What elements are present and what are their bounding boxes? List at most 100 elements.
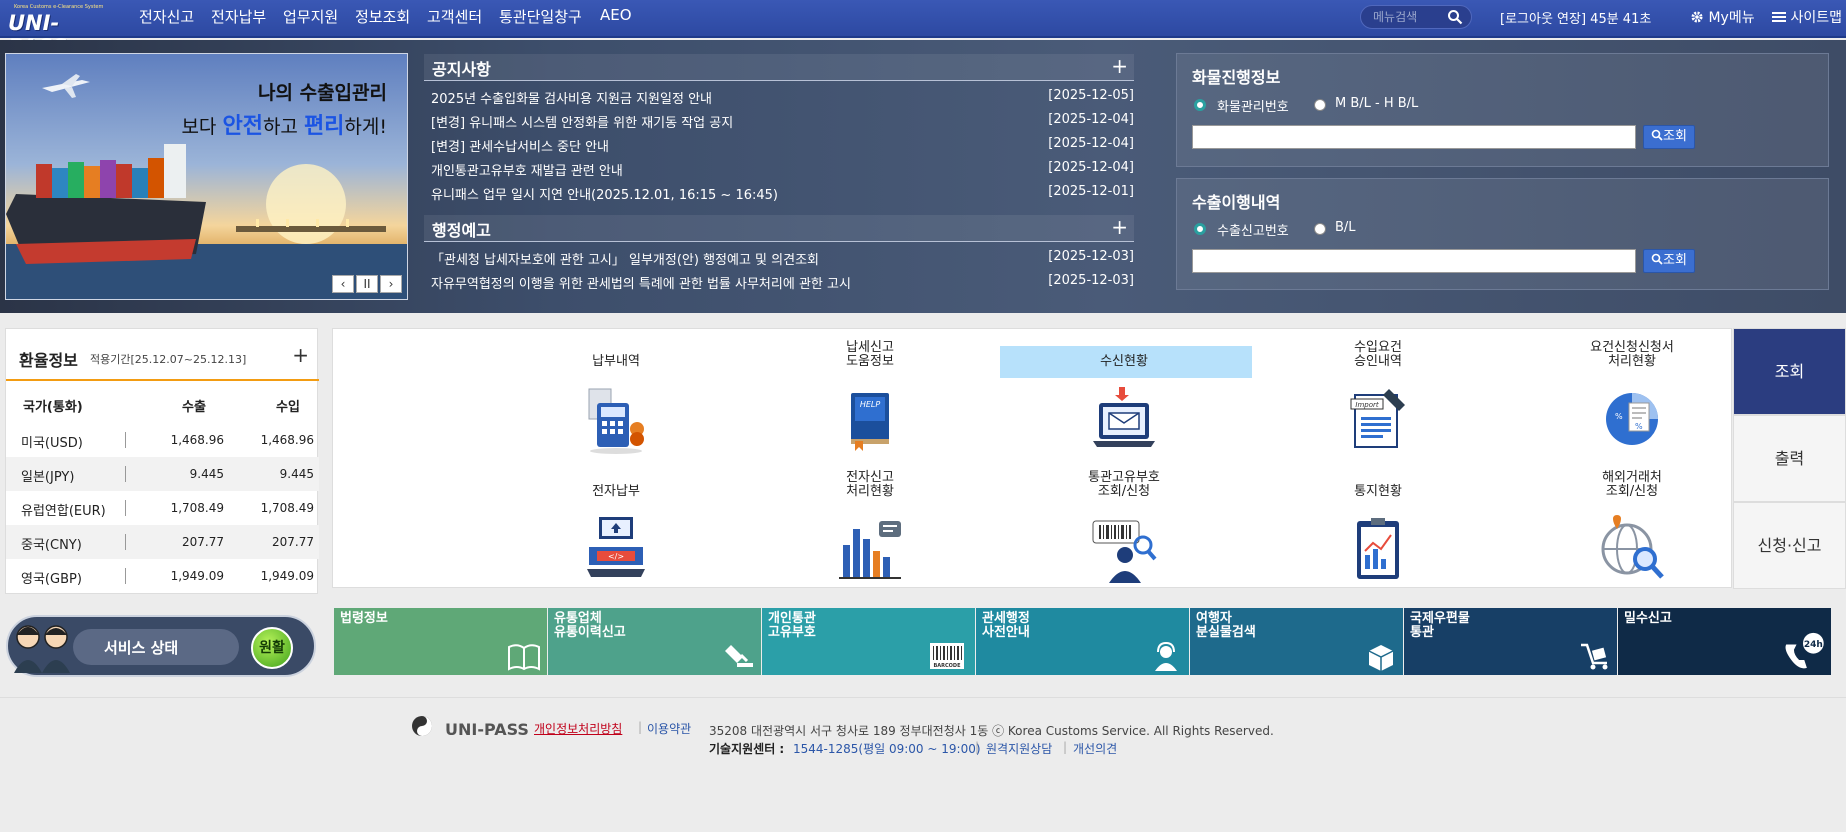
table-row: 미국(USD) 1,468.96 1,468.96 <box>6 423 319 457</box>
mbl-hbl-label[interactable]: M B/L - H B/L <box>1335 96 1418 111</box>
admin-notice-more-button[interactable]: + <box>1111 215 1128 239</box>
import-rate: 9.445 <box>279 467 314 481</box>
nav-business-support[interactable]: 업무지원 <box>283 6 338 27</box>
grid-item-electronic-payment[interactable]: 전자납부 </> <box>498 467 734 587</box>
grid-item-payment-history[interactable]: 납부내역 <box>498 337 734 457</box>
feedback-link[interactable]: 개선의견 <box>1073 740 1117 757</box>
cargo-number-radio[interactable] <box>1194 99 1206 111</box>
uni-pass-logo[interactable]: Korea Customs e-Clearance System UNI-PAS… <box>6 4 110 59</box>
quick-link-legal-info[interactable]: 법령정보 <box>334 608 547 675</box>
notice-item[interactable]: 개인통관고유부호 재발급 관련 안내 [2025-12-04] <box>424 159 1134 179</box>
quick-link-distribution-report[interactable]: 유통업체 유통이력신고 <box>548 608 761 675</box>
grid-item-label: 납세신고 도움정보 <box>846 340 894 369</box>
grid-item-overseas-partner[interactable]: 해외거래처 조회/신청 <box>1514 467 1750 587</box>
help-book-icon: HELP <box>851 393 889 451</box>
tab-print[interactable]: 출력 <box>1733 415 1846 502</box>
notice-title[interactable]: 공지사항 <box>432 56 491 80</box>
table-row: 유럽연합(EUR) 1,708.49 1,708.49 <box>6 491 319 525</box>
barcode-icon: BARCODE <box>930 643 964 669</box>
cargo-number-input[interactable] <box>1192 125 1636 149</box>
nav-information-inquiry[interactable]: 정보조회 <box>355 6 410 27</box>
nav-customer-center[interactable]: 고객센터 <box>427 6 482 27</box>
cart-parcel-icon <box>1581 643 1608 670</box>
bl-label[interactable]: B/L <box>1335 220 1356 235</box>
banner-text-part: 보다 <box>181 116 223 138</box>
cargo-progress-panel: 화물진행정보 화물관리번호 M B/L - H B/L 조회 <box>1176 53 1829 167</box>
admin-notice-item[interactable]: 자유무역협정의 이행을 위한 관세법의 특례에 관한 법률 사무처리에 관한 고… <box>424 272 1134 292</box>
grid-item-label: 전자신고 처리현황 <box>846 470 894 499</box>
banner-pause-button[interactable]: II <box>356 275 378 293</box>
grid-item-import-approval[interactable]: 수입요건 승인내역 Import <box>1260 337 1496 457</box>
grid-item-requirement-application[interactable]: 요건신청신청서 처리현황 %% <box>1514 337 1750 457</box>
promo-banner[interactable]: 나의 수출입관리 보다 안전하고 편리하게! ‹ II › <box>5 53 408 300</box>
export-declaration-label[interactable]: 수출신고번호 <box>1217 220 1289 239</box>
notice-date: [2025-12-01] <box>1048 184 1134 199</box>
quick-link-personal-customs-code[interactable]: 개인통관 고유부호 BARCODE <box>762 608 975 675</box>
menu-search-input[interactable] <box>1373 9 1453 25</box>
mbl-hbl-radio[interactable] <box>1314 99 1326 111</box>
search-icon <box>1651 253 1663 265</box>
remote-support-link[interactable]: 원격지원상담 <box>986 740 1052 757</box>
admin-notice-title[interactable]: 행정예고 <box>432 217 491 241</box>
notice-item[interactable]: [변경] 관세수납서비스 중단 안내 [2025-12-04] <box>424 135 1134 155</box>
admin-notice-text: 「관세청 납세자보호에 관한 고시」 일부개정(안) 행정예고 및 의견조회 <box>431 253 819 268</box>
svg-text:%: % <box>1635 422 1643 431</box>
admin-notice-item[interactable]: 「관세청 납세자보호에 관한 고시」 일부개정(안) 행정예고 및 의견조회 [2… <box>424 248 1134 268</box>
notice-more-button[interactable]: + <box>1111 54 1128 78</box>
export-declaration-radio[interactable] <box>1194 223 1206 235</box>
cargo-number-label[interactable]: 화물관리번호 <box>1217 96 1289 115</box>
grid-item-customs-code[interactable]: 통관고유부호 조회/신청 <box>1006 467 1242 587</box>
stamp-icon <box>725 645 753 667</box>
quick-link-international-mail[interactable]: 국제우편물 통관 <box>1404 608 1617 675</box>
privacy-policy-link[interactable]: 개인정보처리방침 <box>534 720 622 737</box>
search-icon[interactable] <box>1447 9 1463 25</box>
notice-item[interactable]: 유니패스 업무 일시 지연 안내(2025.12.01, 16:15 ~ 16:… <box>424 183 1134 203</box>
nav-electronic-declaration[interactable]: 전자신고 <box>139 6 194 27</box>
currency-country: 유럽연합(EUR) <box>21 504 106 519</box>
hamburger-icon <box>1772 12 1786 22</box>
grid-item-declaration-status[interactable]: 전자신고 처리현황 <box>752 467 988 587</box>
import-rate: 207.77 <box>272 535 314 549</box>
svg-text:Import: Import <box>1355 401 1378 409</box>
exchange-rate-more-button[interactable]: + <box>292 343 309 367</box>
nav-aeo[interactable]: AEO <box>600 6 632 24</box>
column-header-export: 수출 <box>182 400 206 415</box>
korea-customs-emblem-icon <box>412 716 432 736</box>
tab-inquiry[interactable]: 조회 <box>1733 328 1846 415</box>
notice-date: [2025-12-04] <box>1048 136 1134 151</box>
bl-radio[interactable] <box>1314 223 1326 235</box>
grid-item-label: 전자납부 <box>592 484 640 499</box>
quick-link-customs-guide[interactable]: 관세행정 사전안내 <box>976 608 1189 675</box>
grid-item-tax-help[interactable]: 납세신고 도움정보 HELP <box>752 337 988 457</box>
nav-electronic-payment[interactable]: 전자납부 <box>211 6 266 27</box>
cargo-search-label: 조회 <box>1663 129 1687 144</box>
import-rate: 1,949.09 <box>260 569 314 583</box>
support-center-label: 기술지원센터 : <box>709 742 785 756</box>
terms-link[interactable]: 이용약관 <box>647 720 691 737</box>
tab-application[interactable]: 신청·신고 <box>1733 502 1846 589</box>
quick-link-lost-items[interactable]: 여행자 분실물검색 <box>1190 608 1403 675</box>
quick-link-smuggling-report[interactable]: 밀수신고 24h <box>1618 608 1831 675</box>
currency-country: 미국(USD) <box>21 436 83 451</box>
grid-item-notification-status[interactable]: 통지현황 <box>1260 467 1496 587</box>
service-status-widget: 서비스 상태 원활 <box>6 615 316 677</box>
notice-item[interactable]: [변경] 유니패스 시스템 안정화를 위한 재기동 작업 공지 [2025-12-… <box>424 111 1134 131</box>
export-rate: 9.445 <box>189 467 224 481</box>
sitemap-button[interactable]: 사이트맵 <box>1772 7 1842 27</box>
table-row: 일본(JPY) 9.445 9.445 <box>6 457 319 491</box>
export-search-button[interactable]: 조회 <box>1643 249 1695 273</box>
notice-text: 개인통관고유부호 재발급 관련 안내 <box>431 164 623 179</box>
banner-next-button[interactable]: › <box>380 275 402 293</box>
my-menu-button[interactable]: My메뉴 <box>1690 7 1755 27</box>
export-number-input[interactable] <box>1192 249 1636 273</box>
notice-item[interactable]: 2025년 수출입화물 검사비용 지원금 지원일정 안내 [2025-12-05] <box>424 87 1134 107</box>
export-rate: 1,708.49 <box>170 501 224 515</box>
cargo-search-button[interactable]: 조회 <box>1643 125 1695 149</box>
globe-search-icon <box>1601 515 1664 579</box>
banner-prev-button[interactable]: ‹ <box>332 275 354 293</box>
grid-item-receipt-status[interactable]: 수신현황 <box>1000 337 1252 457</box>
nav-single-window[interactable]: 통관단일창구 <box>499 6 582 27</box>
logout-extend-timer[interactable]: [로그아웃 연장] 45분 41초 <box>1500 8 1651 27</box>
open-book-icon <box>508 644 540 671</box>
export-rate: 1,468.96 <box>170 433 224 447</box>
